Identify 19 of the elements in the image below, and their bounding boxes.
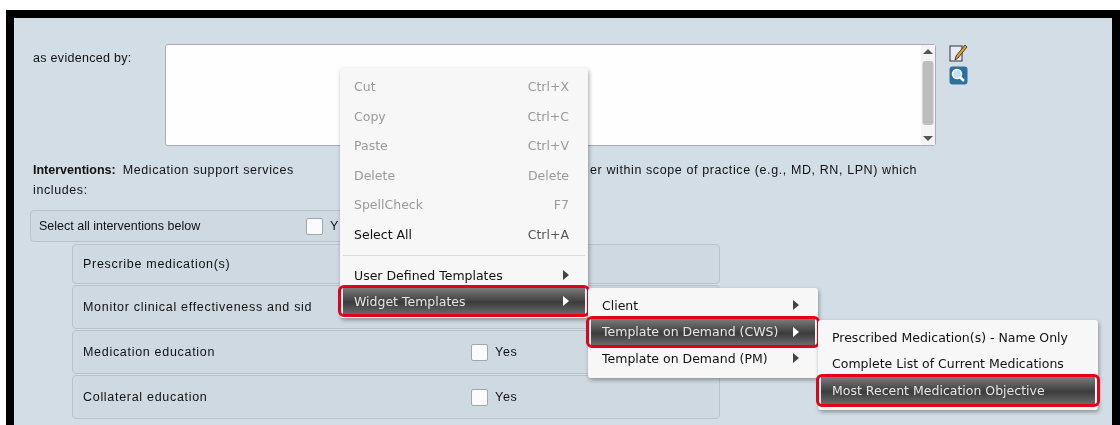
- shortcut-label: Ctrl+V: [527, 138, 569, 154]
- section-text: includes:: [33, 183, 88, 197]
- shortcut-label: F7: [553, 197, 569, 213]
- row-label: Collateral education: [83, 390, 208, 404]
- option-label: Yes: [495, 345, 518, 359]
- row-label: Monitor clinical effectiveness and sid: [83, 300, 313, 314]
- row-label: Prescribe medication(s): [83, 257, 231, 271]
- row-label: Select all interventions below: [39, 219, 201, 233]
- section-text: er within scope of practice (e.g., MD, RN, LPN) which: [590, 162, 919, 179]
- section-text: Medication support services: [122, 162, 294, 179]
- option-label: Y: [330, 219, 339, 233]
- shortcut-label: Ctrl+X: [527, 79, 569, 95]
- shortcut-label: Ctrl+A: [527, 226, 569, 242]
- option-label: Yes: [495, 390, 518, 404]
- shortcut-label: Delete: [527, 167, 569, 183]
- field-label: as evidenced by:: [33, 50, 133, 65]
- section-label: Interventions:: [33, 162, 116, 179]
- shortcut-label: Ctrl+C: [527, 108, 569, 124]
- row-label: Medication education: [83, 345, 216, 359]
